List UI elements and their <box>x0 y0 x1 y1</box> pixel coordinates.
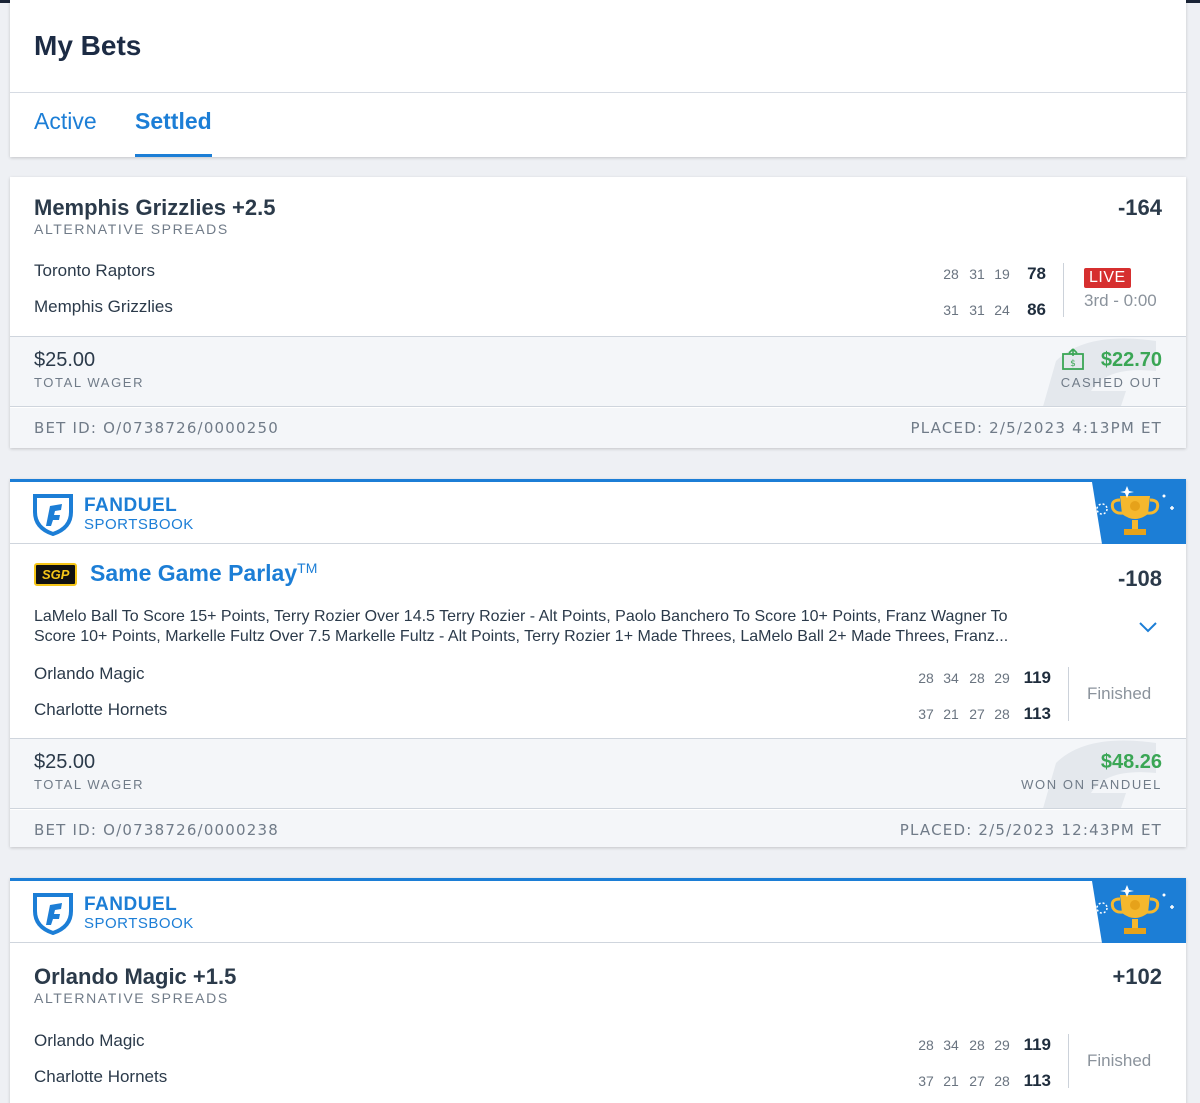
trophy-icon <box>1092 482 1186 544</box>
game-clock: 3rd - 0:00 <box>1084 291 1157 310</box>
fanduel-shield-icon <box>33 494 73 536</box>
quarter-score: 19 <box>994 266 1010 282</box>
quarter-score: 31 <box>969 266 985 282</box>
bet-title: Memphis Grizzlies +2.5 <box>34 195 276 220</box>
score-divider <box>1068 1034 1069 1088</box>
quarter-score: 28 <box>994 706 1010 722</box>
fanduel-sub: SPORTSBOOK <box>84 516 194 533</box>
total-score: 119 <box>1023 668 1051 687</box>
bet-footer: BET ID: O/0738726/0000250 PLACED: 2/5/20… <box>10 408 1186 448</box>
tab-settled[interactable]: Settled <box>135 108 212 135</box>
quarter-score: 28 <box>969 670 985 686</box>
svg-text:$: $ <box>1070 359 1076 369</box>
live-badge: LIVE <box>1084 268 1131 288</box>
bet-footer: BET ID: O/0738726/0000238 PLACED: 2/5/20… <box>10 810 1186 847</box>
team-name: Charlotte Hornets <box>34 700 168 719</box>
quarter-score: 27 <box>969 706 985 722</box>
fanduel-brand: FANDUEL <box>84 894 178 915</box>
bet-market: ALTERNATIVE SPREADS <box>34 990 229 1006</box>
fanduel-sub: SPORTSBOOK <box>84 915 194 932</box>
placed-date: PLACED: 2/5/2023 12:43PM ET <box>899 821 1162 839</box>
wager-amount: $25.00 <box>34 751 96 773</box>
bet-odds: +102 <box>1112 964 1162 989</box>
quarter-score: 29 <box>994 1037 1010 1053</box>
total-score: 86 <box>1027 300 1046 319</box>
team-name: Charlotte Hornets <box>34 1067 168 1086</box>
tab-active[interactable]: Active <box>34 108 97 135</box>
quarter-score: 31 <box>969 302 985 318</box>
fanduel-header: FANDUEL SPORTSBOOK <box>10 881 1186 943</box>
bet-title: Same Game ParlayTM <box>90 560 317 587</box>
game-status: Finished <box>1087 684 1152 703</box>
tab-underline <box>135 154 212 157</box>
quarter-score: 21 <box>943 1073 959 1089</box>
quarter-score: 34 <box>943 1037 959 1053</box>
parlay-legs: LaMelo Ball To Score 15+ Points, Terry R… <box>34 607 1094 647</box>
wager-label: TOTAL WAGER <box>34 777 145 792</box>
quarter-score: 28 <box>943 266 959 282</box>
bet-odds: -164 <box>1117 195 1162 220</box>
quarter-score: 37 <box>918 706 934 722</box>
score-divider <box>1068 667 1069 721</box>
total-score: 78 <box>1027 264 1046 283</box>
bet-title: Orlando Magic +1.5 <box>34 964 237 989</box>
bet-card[interactable]: FANDUEL SPORTSBOOK Orlando Magic +1.5 AL… <box>10 878 1186 1103</box>
bet-card[interactable]: FANDUEL SPORTSBOOK SGP Same Game ParlayT… <box>10 479 1186 847</box>
wager-section: $25.00 TOTAL WAGER $48.26 WON ON FANDUEL <box>10 738 1186 809</box>
fanduel-header: FANDUEL SPORTSBOOK <box>10 482 1186 544</box>
payout-amount: $22.70 <box>1100 349 1162 371</box>
team-name: Memphis Grizzlies <box>34 297 173 316</box>
total-score: 113 <box>1023 704 1051 723</box>
quarter-score: 24 <box>994 302 1010 318</box>
bet-odds: -108 <box>1117 566 1162 591</box>
trophy-icon <box>1092 881 1186 943</box>
quarter-score: 29 <box>994 670 1010 686</box>
wager-amount: $25.00 <box>34 349 96 371</box>
parlay-legs-line: Score 10+ Points, Markelle Fultz Over 7.… <box>34 628 1009 645</box>
page-title: My Bets <box>34 30 142 61</box>
fanduel-brand: FANDUEL <box>84 495 178 516</box>
score-divider <box>1063 263 1064 317</box>
trademark: TM <box>297 560 318 576</box>
bet-id: BET ID: O/0738726/0000238 <box>34 821 280 839</box>
quarter-score: 31 <box>943 302 959 318</box>
fanduel-shield-icon <box>33 893 73 935</box>
bet-market: ALTERNATIVE SPREADS <box>34 221 229 237</box>
bet-id: BET ID: O/0738726/0000250 <box>34 419 280 437</box>
quarter-score: 37 <box>918 1073 934 1089</box>
chevron-down-icon[interactable] <box>1138 620 1158 634</box>
wager-label: TOTAL WAGER <box>34 375 145 390</box>
sgp-title-text: Same Game Parlay <box>90 560 298 586</box>
quarter-score: 34 <box>943 670 959 686</box>
quarter-score: 21 <box>943 706 959 722</box>
total-score: 119 <box>1023 1035 1051 1054</box>
team-name: Orlando Magic <box>34 664 145 683</box>
placed-date: PLACED: 2/5/2023 4:13PM ET <box>910 419 1162 437</box>
header-divider <box>10 92 1186 93</box>
bet-card[interactable]: Memphis Grizzlies +2.5 ALTERNATIVE SPREA… <box>10 177 1186 448</box>
parlay-legs-line: LaMelo Ball To Score 15+ Points, Terry R… <box>34 608 1008 625</box>
quarter-score: 28 <box>969 1037 985 1053</box>
payout-label: CASHED OUT <box>1060 375 1162 390</box>
team-name: Orlando Magic <box>34 1031 145 1050</box>
team-name: Toronto Raptors <box>34 261 155 280</box>
game-status: Finished <box>1087 1051 1152 1070</box>
payout-amount: $48.26 <box>1100 751 1162 773</box>
cash-out-icon: $ <box>1062 348 1084 370</box>
quarter-score: 27 <box>969 1073 985 1089</box>
payout-label: WON ON FANDUEL <box>1021 777 1162 792</box>
quarter-score: 28 <box>994 1073 1010 1089</box>
quarter-score: 28 <box>918 670 934 686</box>
my-bets-header: My Bets Active Settled <box>10 0 1186 157</box>
sgp-badge: SGP <box>34 563 78 586</box>
total-score: 113 <box>1023 1071 1051 1090</box>
quarter-score: 28 <box>918 1037 934 1053</box>
wager-section: $25.00 TOTAL WAGER $ $22.70 CASHED OUT <box>10 336 1186 407</box>
